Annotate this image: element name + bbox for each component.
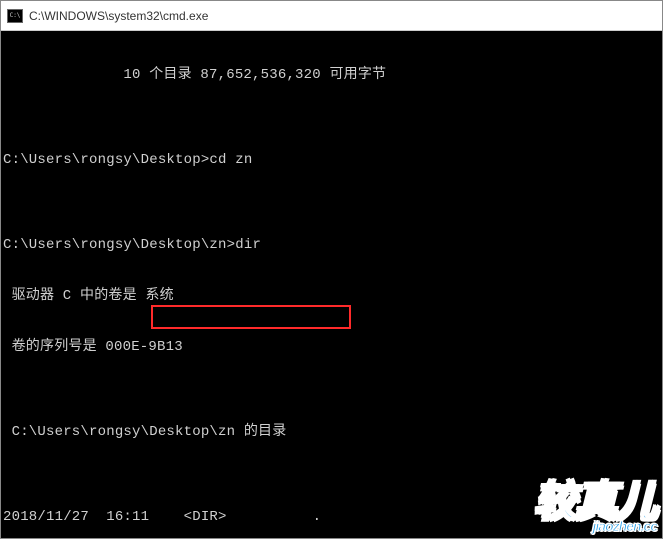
terminal[interactable]: 10 个目录 87,652,536,320 可用字节 C:\Users\rong… xyxy=(1,31,662,538)
term-line: 10 个目录 87,652,536,320 可用字节 xyxy=(3,67,660,84)
term-line: C:\Users\rongsy\Desktop\zn>dir xyxy=(3,237,660,254)
cmd-icon xyxy=(7,9,23,23)
term-line: C:\Users\rongsy\Desktop>cd zn xyxy=(3,152,660,169)
titlebar[interactable]: C:\WINDOWS\system32\cmd.exe xyxy=(1,1,662,31)
cmd-window: C:\WINDOWS\system32\cmd.exe 10 个目录 87,65… xyxy=(0,0,663,539)
highlight-box xyxy=(151,305,351,329)
term-line: 2018/11/27 16:11 <DIR> . xyxy=(3,509,660,526)
term-line: C:\Users\rongsy\Desktop\zn 的目录 xyxy=(3,424,660,441)
window-title: C:\WINDOWS\system32\cmd.exe xyxy=(29,9,208,23)
term-line: 驱动器 C 中的卷是 系统 xyxy=(3,288,660,305)
term-line: 卷的序列号是 000E-9B13 xyxy=(3,339,660,356)
